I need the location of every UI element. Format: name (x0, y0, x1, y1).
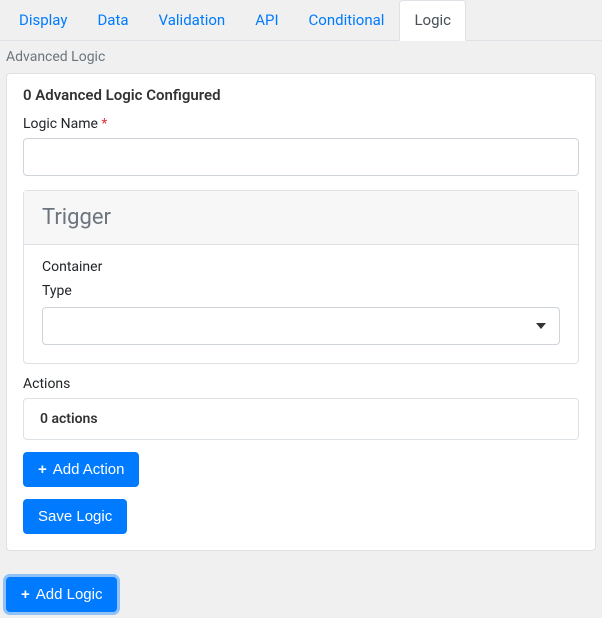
panel-body: Logic Name * Trigger Container Type Acti… (7, 116, 595, 550)
footer: + Add Logic (0, 559, 602, 618)
tab-data[interactable]: Data (82, 0, 143, 40)
trigger-body: Container Type (24, 245, 578, 363)
save-logic-label: Save Logic (38, 508, 112, 525)
add-logic-label: Add Logic (36, 586, 103, 603)
type-select-wrap (42, 307, 560, 345)
tab-logic[interactable]: Logic (399, 0, 466, 41)
logic-name-label: Logic Name * (23, 116, 579, 132)
add-action-label: Add Action (53, 461, 125, 478)
logic-name-input[interactable] (23, 138, 579, 176)
panel-header: 0 Advanced Logic Configured (7, 74, 595, 116)
tab-api[interactable]: API (240, 0, 293, 40)
plus-icon: + (38, 462, 47, 477)
logic-name-label-text: Logic Name (23, 116, 98, 132)
container-label: Container (42, 259, 560, 275)
tab-validation[interactable]: Validation (144, 0, 241, 40)
save-logic-button[interactable]: Save Logic (23, 499, 127, 534)
tab-conditional[interactable]: Conditional (294, 0, 400, 40)
plus-icon: + (21, 587, 30, 602)
add-logic-button[interactable]: + Add Logic (6, 577, 117, 612)
trigger-card: Trigger Container Type (23, 190, 579, 364)
type-label: Type (42, 283, 560, 299)
tab-display[interactable]: Display (4, 0, 82, 40)
advanced-logic-panel: 0 Advanced Logic Configured Logic Name *… (6, 73, 596, 551)
required-indicator: * (101, 116, 107, 132)
trigger-title: Trigger (24, 191, 578, 245)
tab-bar: Display Data Validation API Conditional … (0, 0, 602, 41)
type-select[interactable] (42, 307, 560, 345)
add-action-button[interactable]: + Add Action (23, 452, 139, 487)
actions-label: Actions (23, 376, 579, 392)
section-label-advanced-logic: Advanced Logic (0, 41, 602, 69)
actions-summary: 0 actions (23, 398, 579, 440)
